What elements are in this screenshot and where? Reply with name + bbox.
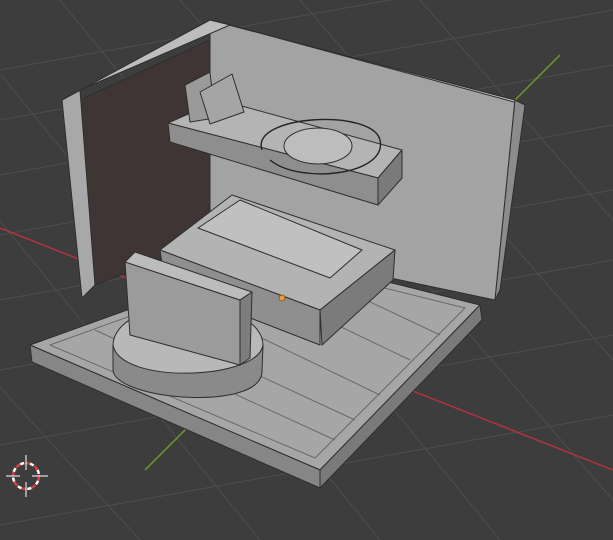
dish-on-shelf bbox=[283, 127, 353, 165]
3d-cursor-icon[interactable] bbox=[6, 455, 48, 497]
viewport-canvas[interactable] bbox=[0, 0, 613, 540]
object-origin-dot bbox=[278, 294, 286, 302]
chair-back-side bbox=[239, 291, 253, 366]
3d-viewport[interactable] bbox=[0, 0, 613, 540]
room-model[interactable] bbox=[29, 19, 526, 489]
